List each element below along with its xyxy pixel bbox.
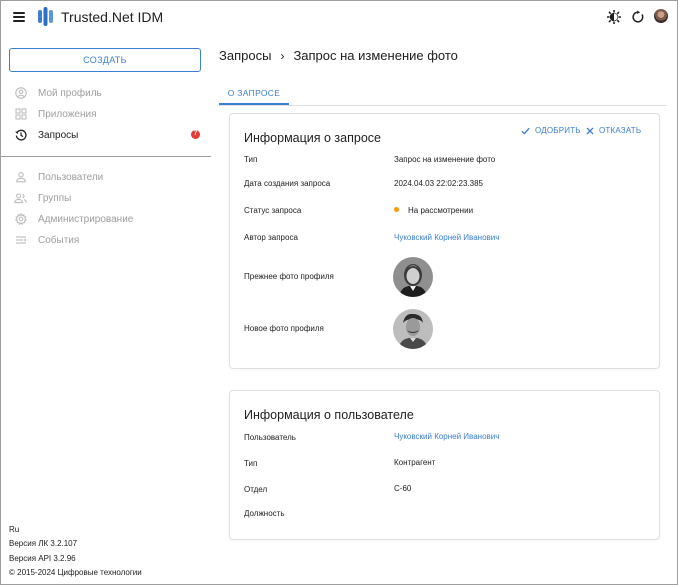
refresh-icon[interactable]	[631, 10, 645, 24]
copyright: © 2015-2024 Цифровые технологии	[9, 568, 142, 577]
new-profile-photo	[393, 309, 433, 349]
sidebar-item-users[interactable]: Пользователи	[14, 168, 204, 186]
group-icon	[14, 192, 27, 205]
close-icon	[586, 127, 594, 134]
sidebar: СОЗДАТЬ Мой профиль Приложения Запросы 7…	[0, 36, 211, 585]
position-label: Должность	[244, 509, 285, 518]
profile-icon	[14, 87, 27, 100]
requests-count-badge: 7	[191, 130, 200, 139]
approve-button[interactable]: ОДОБРИТЬ	[521, 126, 581, 135]
old-profile-photo	[393, 257, 433, 297]
tab-about-request[interactable]: О ЗАПРОСЕ	[219, 82, 289, 105]
tabs-divider	[219, 105, 667, 106]
old-photo-label: Прежнее фото профиля	[244, 272, 334, 281]
reject-label: ОТКАЗАТЬ	[599, 126, 642, 135]
events-icon	[14, 234, 27, 247]
app-header: Trusted.Net IDM	[0, 0, 678, 36]
department-label: Отдел	[244, 485, 268, 494]
trustednet-logo-icon	[38, 7, 53, 26]
sidebar-item-label: Запросы	[38, 129, 79, 141]
sidebar-divider	[0, 156, 211, 157]
sidebar-item-my-profile[interactable]: Мой профиль	[14, 84, 204, 102]
breadcrumb-separator: ›	[280, 48, 285, 63]
reject-button[interactable]: ОТКАЗАТЬ	[586, 126, 641, 135]
menu-icon[interactable]	[13, 12, 25, 22]
approve-label: ОДОБРИТЬ	[535, 126, 581, 135]
breadcrumb-requests-link[interactable]: Запросы	[219, 48, 271, 63]
sidebar-item-groups[interactable]: Группы	[14, 189, 204, 207]
status-pending-dot	[394, 207, 399, 213]
api-version: Версия API 3.2.96	[9, 554, 76, 563]
type-label: Тип	[244, 155, 258, 164]
user-link[interactable]: Чуковский Корней Иванович	[394, 432, 499, 441]
sidebar-item-events[interactable]: События	[14, 231, 204, 249]
status-label: Статус запроса	[244, 206, 302, 215]
user-avatar[interactable]	[654, 9, 668, 23]
author-link[interactable]: Чуковский Корней Иванович	[394, 233, 499, 242]
sidebar-item-label: Пользователи	[38, 171, 104, 183]
card-title: Информация о запросе	[244, 131, 381, 145]
history-icon	[14, 129, 27, 142]
breadcrumb-current: Запрос на изменение фото	[293, 48, 458, 63]
create-button[interactable]: СОЗДАТЬ	[9, 48, 201, 72]
check-icon	[521, 127, 530, 135]
status-value: На рассмотрении	[394, 206, 473, 215]
theme-toggle-icon[interactable]	[607, 10, 621, 24]
new-photo-label: Новое фото профиля	[244, 324, 324, 333]
created-value: 2024.04.03 22:02:23.385	[394, 179, 483, 188]
sidebar-item-administration[interactable]: Администрирование	[14, 210, 204, 228]
apps-icon	[14, 108, 27, 121]
request-info-card: Информация о запросе ОДОБРИТЬ ОТКАЗАТЬ Т…	[229, 113, 660, 369]
sidebar-item-requests[interactable]: Запросы 7	[14, 126, 204, 144]
settings-icon	[14, 213, 27, 226]
status-text: На рассмотрении	[408, 206, 474, 215]
created-label: Дата создания запроса	[244, 179, 331, 188]
user-icon	[14, 171, 27, 184]
author-label: Автор запроса	[244, 233, 298, 242]
user-type-label: Тип	[244, 459, 258, 468]
card-title: Информация о пользователе	[244, 408, 414, 422]
breadcrumb: Запросы › Запрос на изменение фото	[219, 48, 458, 63]
sidebar-item-apps[interactable]: Приложения	[14, 105, 204, 123]
sidebar-item-label: Группы	[38, 192, 72, 204]
sidebar-item-label: События	[38, 234, 80, 246]
language-switch[interactable]: Ru	[9, 525, 19, 534]
user-info-card: Информация о пользователе Пользователь Ч…	[229, 390, 660, 540]
type-value: Запрос на изменение фото	[394, 155, 496, 164]
sidebar-item-label: Приложения	[38, 108, 97, 120]
sidebar-item-label: Администрирование	[38, 213, 134, 225]
app-title: Trusted.Net IDM	[61, 9, 164, 25]
user-type-value: Контрагент	[394, 458, 436, 467]
department-value: С-60	[394, 484, 412, 493]
user-label: Пользователь	[244, 433, 296, 442]
lk-version: Версия ЛК 3.2.107	[9, 539, 78, 548]
sidebar-item-label: Мой профиль	[38, 87, 102, 99]
